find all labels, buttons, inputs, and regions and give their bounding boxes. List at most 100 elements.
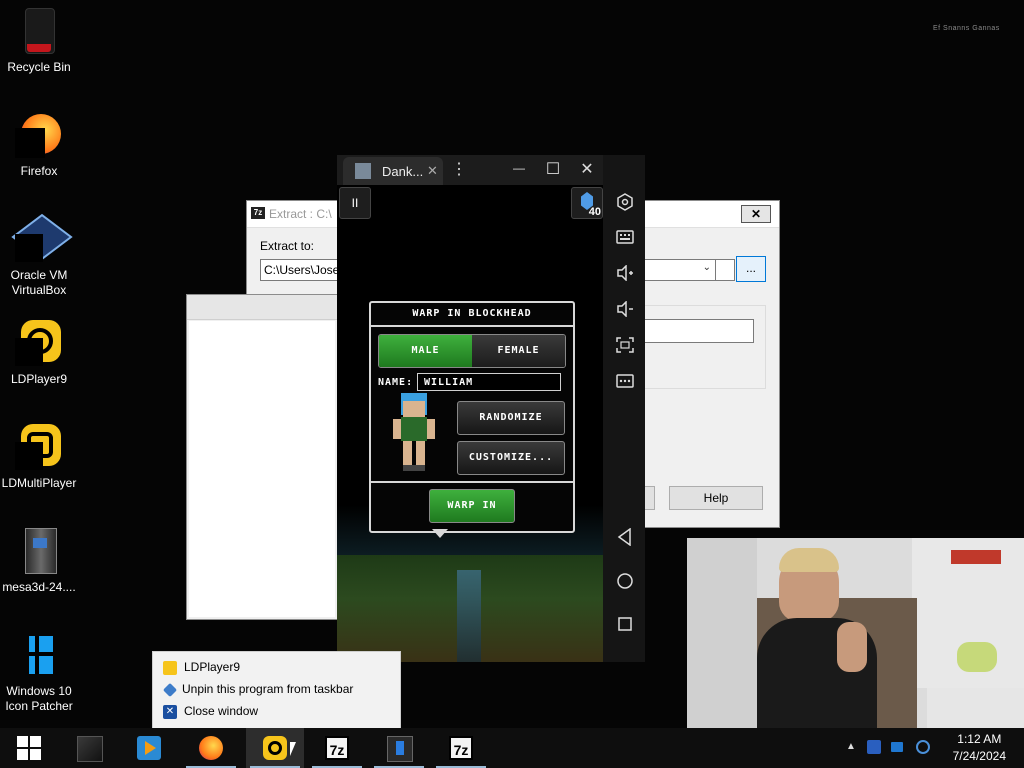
desktop-icon-virtualbox[interactable]: Oracle VM VirtualBox — [0, 213, 78, 298]
clock-time: 1:12 AM — [957, 732, 1002, 746]
jump-item-label: Unpin this program from taskbar — [182, 682, 354, 696]
maximize-button[interactable]: ☐ — [543, 159, 563, 179]
screenshot-icon[interactable] — [615, 337, 635, 357]
volume-down-icon[interactable] — [615, 300, 635, 321]
menu-icon[interactable]: ⋮ — [449, 159, 469, 179]
help-button[interactable]: Help — [669, 486, 763, 510]
recycle-bin-icon — [15, 6, 63, 54]
webcam-plush-toy — [957, 642, 997, 672]
archive-icon — [15, 526, 63, 574]
taskbar-item-firefox[interactable] — [182, 728, 240, 768]
pause-button[interactable]: II — [339, 187, 371, 219]
desktop-icon-mesa3d[interactable]: mesa3d-24.... — [0, 526, 78, 595]
gem-count: 40 — [588, 206, 601, 218]
volume-up-icon[interactable] — [615, 264, 635, 285]
jump-item-label: Close window — [184, 704, 259, 718]
seven-zip-icon: 7z — [325, 736, 349, 760]
taskbar-item-7zip-1[interactable]: 7z — [308, 728, 366, 768]
chevron-up-icon[interactable]: ▲ — [844, 740, 858, 754]
extract-window-title: Extract : C:\ — [269, 207, 332, 221]
ldplayer-icon — [263, 736, 287, 760]
dialog-title: WARP IN BLOCKHEAD — [371, 303, 573, 327]
firefox-icon — [15, 110, 63, 158]
dialog-pointer — [432, 529, 448, 538]
portal-totem — [457, 570, 481, 662]
more-options-icon[interactable] — [615, 373, 635, 393]
webcam-overlay — [687, 538, 1024, 728]
tray-app-icon[interactable] — [867, 740, 881, 754]
webcam-person-hair — [779, 548, 839, 572]
taskbar-item-media-player[interactable] — [120, 728, 178, 768]
unpin-icon — [162, 682, 178, 697]
start-button[interactable] — [0, 728, 58, 768]
desktop-icon-label: Windows 10 Icon Patcher — [5, 684, 73, 713]
name-label: NAME: — [378, 377, 414, 388]
windows-logo-icon — [17, 736, 41, 760]
randomize-button[interactable]: RANDOMIZE — [457, 401, 565, 435]
ldplayer-icon — [15, 318, 63, 366]
desktop-icon-ldmultiplayer[interactable]: LDMultiPlayer — [0, 422, 78, 491]
character-preview — [393, 393, 435, 473]
keyboard-icon[interactable] — [615, 229, 635, 249]
desktop-icon-icon-patcher[interactable]: Windows 10 Icon Patcher — [0, 630, 78, 714]
ldmultiplayer-icon — [15, 422, 63, 470]
emulator-screen[interactable]: II 40 WARP IN BLOCKHEAD MALE FEMALE NAME… — [337, 185, 603, 662]
firefox-icon — [199, 736, 223, 760]
clock-date: 7/24/2024 — [952, 749, 1006, 763]
gender-toggle[interactable]: MALE FEMALE — [378, 334, 566, 368]
male-option[interactable]: MALE — [379, 335, 472, 367]
desktop-icon-firefox[interactable]: Firefox — [0, 110, 78, 179]
warp-in-button[interactable]: WARP IN — [429, 489, 515, 523]
desktop-icon-label: Firefox — [20, 164, 58, 178]
network-icon[interactable] — [891, 742, 903, 752]
desktop-icon-ldplayer9[interactable]: LDPlayer9 — [0, 318, 78, 387]
jump-item-unpin[interactable]: Unpin this program from taskbar — [162, 680, 354, 698]
extract-to-label: Extract to: — [260, 239, 315, 253]
female-option[interactable]: FEMALE — [472, 335, 565, 367]
options-group — [644, 305, 766, 389]
minimize-button[interactable]: — — [509, 161, 529, 175]
taskbar-clock[interactable]: 1:12 AM 7/24/2024 — [953, 731, 1006, 765]
webcam-sign — [951, 550, 1001, 564]
close-button[interactable]: ✕ — [741, 205, 771, 223]
tab-title: Dank... — [382, 164, 424, 179]
home-icon[interactable] — [615, 572, 635, 592]
warp-dialog: WARP IN BLOCKHEAD MALE FEMALE NAME: WILL… — [369, 301, 575, 533]
desktop-icon-label: mesa3d-24.... — [2, 580, 76, 594]
ldplayer-icon — [163, 660, 177, 675]
customize-button[interactable]: CUSTOMIZE... — [457, 441, 565, 475]
jump-item-ldplayer9[interactable]: LDPlayer9 — [163, 658, 240, 676]
gem-counter[interactable]: 40 — [571, 187, 603, 219]
jump-item-close-window[interactable]: ✕ Close window — [163, 702, 258, 720]
desktop-icon-label: Oracle VM VirtualBox — [10, 268, 68, 297]
close-button[interactable]: ✕ — [577, 159, 597, 179]
desktop-icon-label: Recycle Bin — [7, 60, 71, 74]
seven-zip-icon: 7z — [449, 736, 473, 760]
desktop-icon-recycle-bin[interactable]: Recycle Bin — [0, 6, 78, 75]
tablet-icon — [77, 736, 103, 762]
chat-panel — [687, 538, 757, 728]
app-icon — [355, 163, 371, 179]
chevron-down-icon: ⌄ — [702, 262, 711, 273]
media-player-icon — [137, 736, 161, 760]
taskbar-item-7zip-2[interactable]: 7z — [432, 728, 490, 768]
settings-icon[interactable] — [615, 193, 635, 213]
browse-button[interactable]: ... — [736, 256, 766, 282]
extract-path-dropdown[interactable]: ⌄ — [644, 259, 716, 281]
taskbar-item-tablet[interactable] — [60, 728, 118, 768]
blank-window-titlebar[interactable] — [187, 295, 337, 320]
recent-apps-icon[interactable] — [615, 616, 635, 636]
tab-close-icon[interactable]: ✕ — [427, 163, 438, 179]
back-icon[interactable] — [615, 527, 635, 548]
name-input[interactable]: WILLIAM — [417, 373, 561, 391]
volume-icon[interactable] — [916, 740, 930, 754]
password-input[interactable] — [644, 319, 754, 343]
blank-window-content — [189, 321, 335, 617]
installer-icon — [387, 736, 413, 762]
tab-dank[interactable]: Dank... ✕ — [343, 157, 443, 185]
taskbar-item-ldplayer9[interactable] — [246, 728, 304, 768]
taskbar-item-installer[interactable] — [370, 728, 428, 768]
taskbar-jump-list: LDPlayer9 Unpin this program from taskba… — [152, 651, 401, 729]
virtualbox-icon — [11, 213, 73, 262]
ldplayer-titlebar[interactable]: Dank... ✕ ⋮ — ☐ ✕ « — [337, 155, 645, 185]
